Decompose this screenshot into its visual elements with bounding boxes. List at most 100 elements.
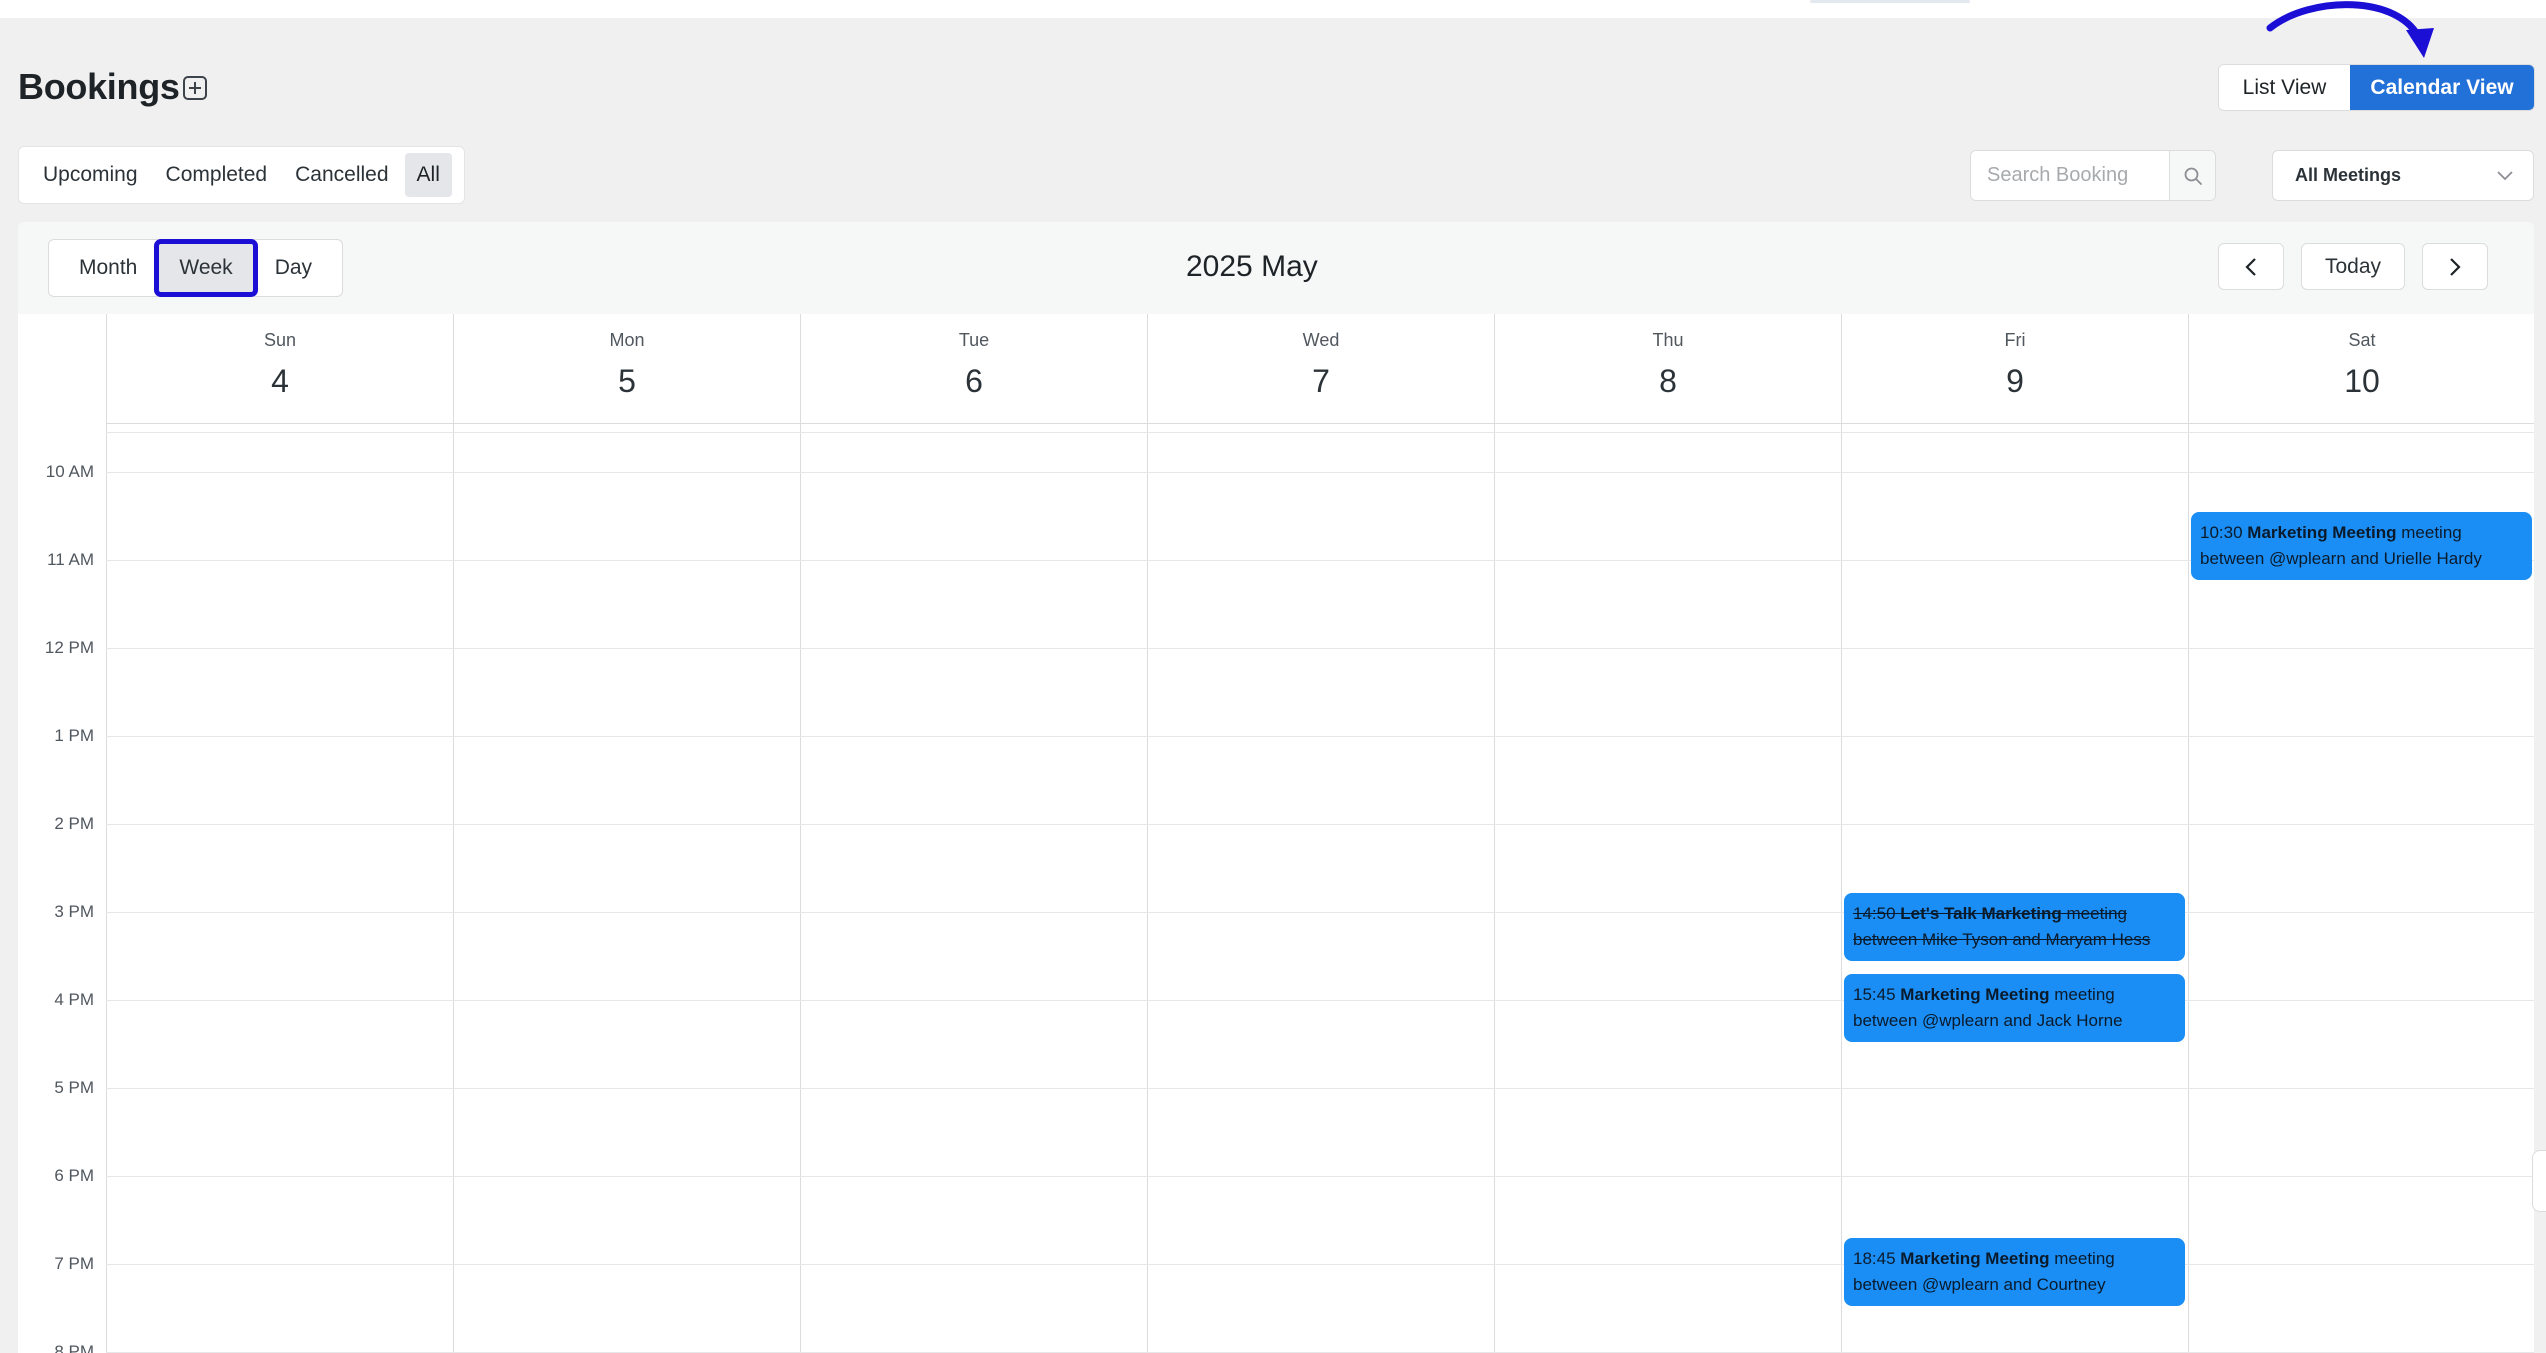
day-header: Thu 8 — [1495, 314, 1841, 424]
list-view-button[interactable]: List View — [2219, 65, 2350, 110]
hour-gridline — [106, 1176, 2534, 1177]
range-week-button[interactable]: Week — [154, 239, 258, 297]
hour-label: 11 AM — [47, 550, 94, 569]
day-column-wed[interactable]: Wed 7 — [1147, 314, 1494, 1353]
event-type: meeting — [2401, 523, 2462, 542]
period-label: 2025 May — [1186, 250, 1318, 283]
day-column-sun[interactable]: Sun 4 — [106, 314, 453, 1353]
day-number: 10 — [2344, 363, 2380, 399]
event-participants: between Mike Tyson and Maryam Hess — [1853, 930, 2151, 950]
next-week-button[interactable] — [2422, 243, 2488, 290]
search-icon — [2184, 167, 2202, 185]
tab-upcoming[interactable]: Upcoming — [31, 153, 150, 197]
day-name: Mon — [609, 330, 645, 350]
meeting-filter-select[interactable]: All Meetings — [2272, 150, 2534, 201]
day-column-fri[interactable]: Fri 9 — [1841, 314, 2188, 1353]
page-title: Bookings — [18, 66, 180, 107]
hour-label: 4 PM — [54, 990, 94, 1009]
day-name: Wed — [1302, 330, 1340, 350]
day-name: Sun — [263, 330, 297, 350]
day-header: Tue 6 — [801, 314, 1147, 424]
hour-gridline — [106, 472, 2534, 473]
booking-event[interactable]: 14:50 Let's Talk Marketing meeting betwee… — [1844, 893, 2185, 962]
event-type: meeting — [2066, 904, 2127, 924]
day-column-thu[interactable]: Thu 8 — [1494, 314, 1841, 1353]
event-title: Marketing Meeting — [2247, 523, 2397, 542]
meeting-filter-value: All Meetings — [2295, 165, 2402, 185]
search-button[interactable] — [2169, 151, 2215, 200]
range-day-button[interactable]: Day — [265, 246, 322, 290]
day-number: 8 — [1659, 363, 1677, 399]
day-number: 4 — [271, 363, 289, 399]
day-header: Fri 9 — [1842, 314, 2188, 424]
day-header: Wed 7 — [1148, 314, 1494, 424]
side-panel-handle[interactable] — [2532, 1150, 2546, 1212]
day-name: Fri — [2004, 330, 2026, 350]
chevron-down-icon — [2497, 170, 2513, 180]
day-number: 9 — [2006, 363, 2024, 399]
day-header: Sun 4 — [107, 314, 453, 424]
hour-gridline — [106, 648, 2534, 649]
hour-label: 6 PM — [54, 1166, 94, 1185]
event-type: meeting — [2054, 985, 2115, 1004]
event-line: 14:50 Let's Talk Marketing meeting — [1853, 904, 2127, 923]
event-participants: between @wplearn and Jack Horne — [1853, 1011, 2123, 1030]
booking-event[interactable]: 15:45 Marketing Meeting meeting between @… — [1844, 974, 2185, 1042]
prev-week-button[interactable] — [2218, 243, 2284, 290]
add-booking-icon[interactable] — [183, 76, 207, 100]
hour-label: 1 PM — [54, 726, 94, 745]
booking-event[interactable]: 18:45 Marketing Meeting meeting between @… — [1844, 1238, 2185, 1306]
view-toggle: List View Calendar View — [2218, 64, 2535, 111]
day-name: Tue — [958, 330, 990, 350]
event-title: Let's Talk Marketing — [1900, 904, 2062, 924]
chevron-left-icon — [2245, 257, 2256, 276]
event-time: 18:45 — [1853, 1249, 1896, 1268]
hour-label: 3 PM — [54, 902, 94, 921]
week-grid: Sun 4 Mon 5 Tue 6 Wed 7 Thu 8 Fri 9 Sat 10 10 AM 11 AM 1… — [18, 314, 2534, 1353]
hour-label: 12 PM — [44, 638, 94, 657]
day-header: Mon 5 — [454, 314, 800, 424]
top-strip — [0, 0, 2546, 18]
event-participants: between @wplearn and Courtney — [1853, 1275, 2106, 1294]
search-input[interactable] — [1971, 151, 2169, 200]
event-title: Marketing Meeting — [1900, 985, 2050, 1004]
day-column-mon[interactable]: Mon 5 — [453, 314, 800, 1353]
calendar-toolbar: Month Week Day 2025 May Today — [18, 222, 2534, 314]
range-month-button[interactable]: Month — [69, 246, 147, 290]
tab-completed[interactable]: Completed — [154, 153, 280, 197]
day-column-tue[interactable]: Tue 6 — [800, 314, 1147, 1353]
hour-label: 8 PM — [54, 1342, 94, 1353]
hour-gridline — [106, 824, 2534, 825]
day-header: Sat 10 — [2189, 314, 2534, 424]
hour-gridline — [106, 736, 2534, 737]
range-toggle: Month Week Day — [48, 239, 344, 297]
event-title: Marketing Meeting — [1900, 1249, 2050, 1268]
event-participants: between @wplearn and Urielle Hardy — [2200, 549, 2482, 568]
event-type: meeting — [2054, 1249, 2115, 1268]
hour-label: 5 PM — [54, 1078, 94, 1097]
day-number: 5 — [618, 363, 636, 399]
top-tab-indicator — [1810, 0, 1970, 3]
event-line: 18:45 Marketing Meeting meeting — [1853, 1249, 2115, 1268]
today-button[interactable]: Today — [2301, 243, 2405, 290]
hour-gridline — [106, 432, 2534, 433]
tab-all[interactable]: All — [404, 153, 452, 197]
event-time: 15:45 — [1853, 985, 1896, 1004]
hour-gridline — [106, 560, 2534, 561]
day-number: 7 — [1312, 363, 1330, 399]
booking-event[interactable]: 10:30 Marketing Meeting meeting between @… — [2191, 512, 2532, 580]
tab-cancelled[interactable]: Cancelled — [283, 153, 400, 197]
event-line: 10:30 Marketing Meeting meeting — [2200, 523, 2462, 542]
hour-label: 10 AM — [45, 462, 94, 481]
annotation-arrow-icon — [2266, 1, 2434, 58]
chevron-right-icon — [2450, 257, 2461, 276]
event-time: 10:30 — [2200, 523, 2243, 542]
day-column-sat[interactable]: Sat 10 — [2188, 314, 2534, 1353]
status-tabs: Upcoming Completed Cancelled All — [18, 146, 465, 204]
event-line: 15:45 Marketing Meeting meeting — [1853, 985, 2115, 1004]
day-name: Thu — [1652, 330, 1684, 350]
hour-label: 2 PM — [54, 814, 94, 833]
day-number: 6 — [965, 363, 983, 399]
day-name: Sat — [2348, 330, 2376, 350]
calendar-view-button[interactable]: Calendar View — [2350, 65, 2534, 110]
